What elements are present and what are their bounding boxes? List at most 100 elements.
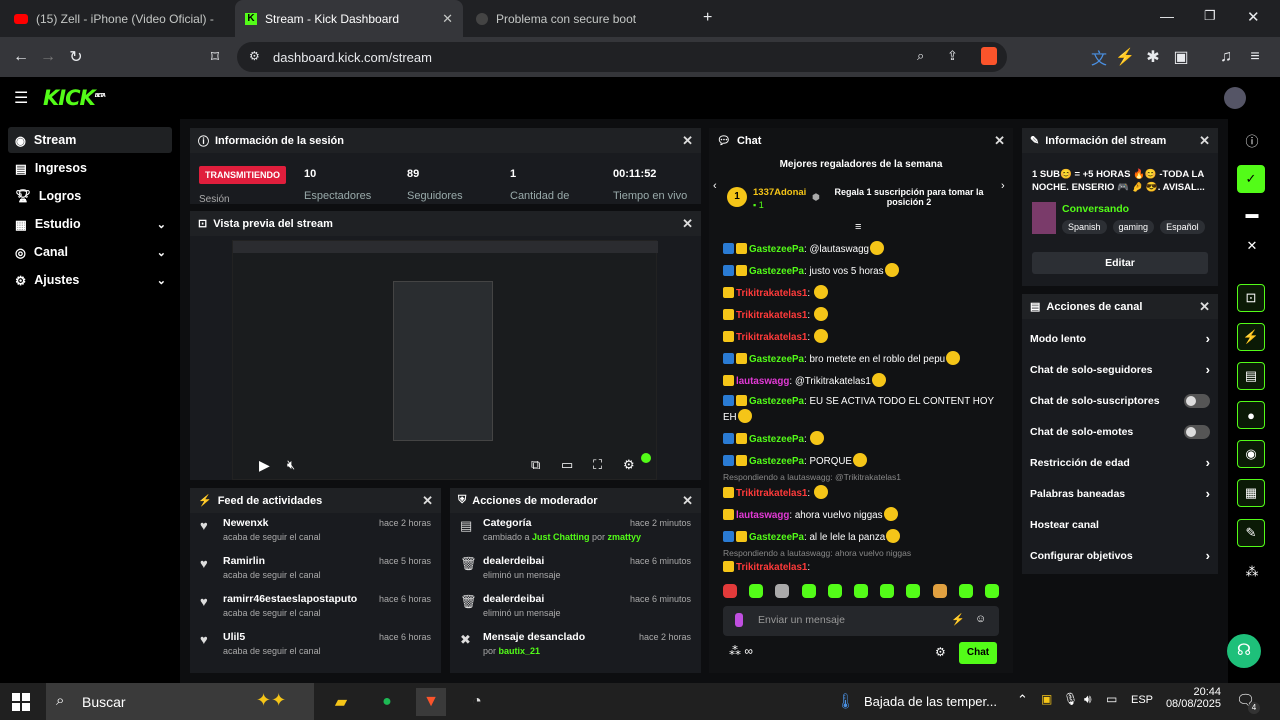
close-icon[interactable]: ✕ xyxy=(1199,133,1210,149)
emote-picker-icon[interactable]: ⚡ xyxy=(951,613,965,626)
support-icon[interactable]: ☊ xyxy=(1227,634,1261,668)
site-info-icon[interactable]: ⚙ xyxy=(249,49,260,63)
emote-icon[interactable] xyxy=(880,584,895,598)
chat-input[interactable]: Enviar un mensaje ⚡ ☺ xyxy=(723,606,999,636)
category-name[interactable]: Conversando xyxy=(1062,203,1129,215)
toggle-switch[interactable] xyxy=(1184,393,1210,408)
sidebar-item-canal[interactable]: ◎ Canal ⌄ xyxy=(8,239,172,265)
emote-icon[interactable] xyxy=(723,584,737,598)
taskbar-search[interactable]: ⌕ Buscar ✦✦ xyxy=(46,683,314,720)
channel-action-item[interactable]: Palabras baneadas › xyxy=(1022,478,1218,509)
brave-icon[interactable]: ▼ xyxy=(416,688,446,716)
sidebar-item-logros[interactable]: 🏆︎ Logros xyxy=(8,183,172,209)
hamburger-icon[interactable]: ☰ xyxy=(14,88,28,108)
mic-tray-icon[interactable]: 🎙︎ xyxy=(1063,692,1078,706)
file-explorer-icon[interactable]: ▰ xyxy=(326,688,356,716)
chat-username[interactable]: GastezeePa xyxy=(749,456,804,467)
feed-user[interactable]: ramirr46estaeslapostaputo xyxy=(223,593,357,605)
kick-logo[interactable]: KICKBETA xyxy=(43,86,106,110)
notes-icon[interactable]: ▤ xyxy=(1237,362,1265,390)
extension-icon[interactable]: ⚡ xyxy=(1113,45,1137,69)
more-icon[interactable]: ⁂ xyxy=(1237,558,1267,586)
settings-icon[interactable]: ⚙ xyxy=(623,457,635,473)
back-icon[interactable]: ← xyxy=(9,45,33,69)
info-icon[interactable]: ⓘ xyxy=(1237,126,1267,154)
chat-username[interactable]: GastezeePa xyxy=(749,434,804,445)
puzzle-icon[interactable]: ✱ xyxy=(1141,45,1165,69)
theater-icon[interactable]: ▭ xyxy=(561,457,573,473)
translate-icon[interactable]: 文 xyxy=(1087,45,1111,69)
chat-username[interactable]: GastezeePa xyxy=(749,354,804,365)
mod-user[interactable]: zmattyy xyxy=(608,532,642,542)
mod-user[interactable]: bautix_21 xyxy=(499,646,541,656)
sidebar-item-ajustes[interactable]: ⚙ Ajustes ⌄ xyxy=(8,267,172,293)
pip-icon[interactable]: ⧉ xyxy=(531,457,540,473)
language-indicator[interactable]: ESP xyxy=(1131,694,1153,706)
feed-user[interactable]: Ulil5 xyxy=(223,631,245,643)
wrench-icon[interactable]: ✎ xyxy=(1237,519,1265,547)
share-icon[interactable]: ⇪ xyxy=(947,48,958,64)
sidebar-icon[interactable]: ▣ xyxy=(1169,45,1193,69)
mod-icon[interactable]: ▦ xyxy=(1237,479,1265,507)
prev-icon[interactable]: ‹ xyxy=(713,180,717,192)
close-tab-icon[interactable]: ✕ xyxy=(442,11,453,27)
close-icon[interactable]: ✕ xyxy=(682,493,693,509)
preview-toggle-icon[interactable]: ⊡ xyxy=(1237,284,1265,312)
menu-icon[interactable]: ≡ xyxy=(1243,45,1267,69)
channel-action-item[interactable]: Restricción de edad › xyxy=(1022,447,1218,478)
chat-username[interactable]: lautaswagg xyxy=(736,376,789,387)
close-icon[interactable]: ✕ xyxy=(1199,299,1210,315)
app-icon[interactable]: ◔ xyxy=(462,688,492,716)
network-icon[interactable]: ▭ xyxy=(1106,692,1117,706)
chat-username[interactable]: Trikitrakatelas1 xyxy=(736,310,807,321)
channel-action-item[interactable]: Chat de solo-emotes xyxy=(1022,416,1218,447)
new-tab-icon[interactable]: + xyxy=(703,9,712,27)
toggle-switch[interactable] xyxy=(1184,424,1210,439)
sidebar-item-estudio[interactable]: ▦ Estudio ⌄ xyxy=(8,211,172,237)
play-icon[interactable]: ▶ xyxy=(259,457,270,474)
avatar[interactable] xyxy=(1224,87,1246,109)
forward-icon[interactable]: → xyxy=(36,45,60,69)
chat-username[interactable]: GastezeePa xyxy=(749,532,804,543)
fullscreen-icon[interactable]: ⛶ xyxy=(593,457,602,473)
emote-icon[interactable] xyxy=(775,584,790,598)
mic-icon[interactable] xyxy=(735,613,743,627)
broadcast-icon[interactable]: ◉ xyxy=(1237,440,1265,468)
close-icon[interactable]: ✕ xyxy=(682,133,693,149)
next-icon[interactable]: › xyxy=(1001,180,1005,192)
chat-icon[interactable]: ● xyxy=(1237,401,1265,429)
emote-icon[interactable] xyxy=(932,584,947,598)
maximize-icon[interactable]: ❐ xyxy=(1204,8,1216,24)
windows-start-icon[interactable] xyxy=(12,693,30,711)
url-field[interactable]: ⚙ dashboard.kick.com/stream ⌕ ⇪ xyxy=(237,42,1007,72)
channel-action-item[interactable]: Chat de solo-seguidores › xyxy=(1022,354,1218,385)
emote-icon[interactable] xyxy=(827,584,842,598)
brave-shield-icon[interactable] xyxy=(981,47,997,65)
send-chat-button[interactable]: Chat xyxy=(959,642,997,664)
emote-icon[interactable] xyxy=(984,584,999,598)
clock[interactable]: 20:44 08/08/2025 xyxy=(1165,686,1221,710)
emote-icon[interactable] xyxy=(958,584,973,598)
channel-action-item[interactable]: Modo lento › xyxy=(1022,323,1218,354)
channel-action-item[interactable]: Hostear canal xyxy=(1022,509,1218,540)
gift-promo[interactable]: Regala 1 suscripción para tomar la posic… xyxy=(829,187,989,207)
emote-icon[interactable] xyxy=(853,584,868,598)
chat-username[interactable]: lautaswagg xyxy=(736,510,789,521)
points-icon[interactable]: ⁂ ∞ xyxy=(729,644,753,658)
close-icon[interactable]: ✕ xyxy=(422,493,433,509)
chat-username[interactable]: Trikitrakatelas1 xyxy=(736,488,807,499)
chat-username[interactable]: GastezeePa xyxy=(749,266,804,277)
tab-chatgpt[interactable]: Problema con secure boot xyxy=(466,0,694,37)
media-icon[interactable]: ♫ xyxy=(1214,45,1238,69)
zoom-icon[interactable]: ⌕ xyxy=(917,48,924,64)
gifter-name[interactable]: 1337Adonai xyxy=(753,187,806,198)
sidebar-item-stream[interactable]: ◉ Stream xyxy=(8,127,172,153)
close-icon[interactable]: ✕ xyxy=(682,216,693,232)
mod-category[interactable]: Just Chatting xyxy=(532,532,590,542)
chat-settings-icon[interactable]: ⚙ xyxy=(935,645,946,659)
layout-icon[interactable]: ▬ xyxy=(1237,199,1267,227)
emote-icon[interactable] xyxy=(906,584,921,598)
close-window-icon[interactable]: ✕ xyxy=(1247,8,1260,26)
check-icon[interactable]: ✓ xyxy=(1237,165,1265,193)
emote-icon[interactable] xyxy=(749,584,764,598)
